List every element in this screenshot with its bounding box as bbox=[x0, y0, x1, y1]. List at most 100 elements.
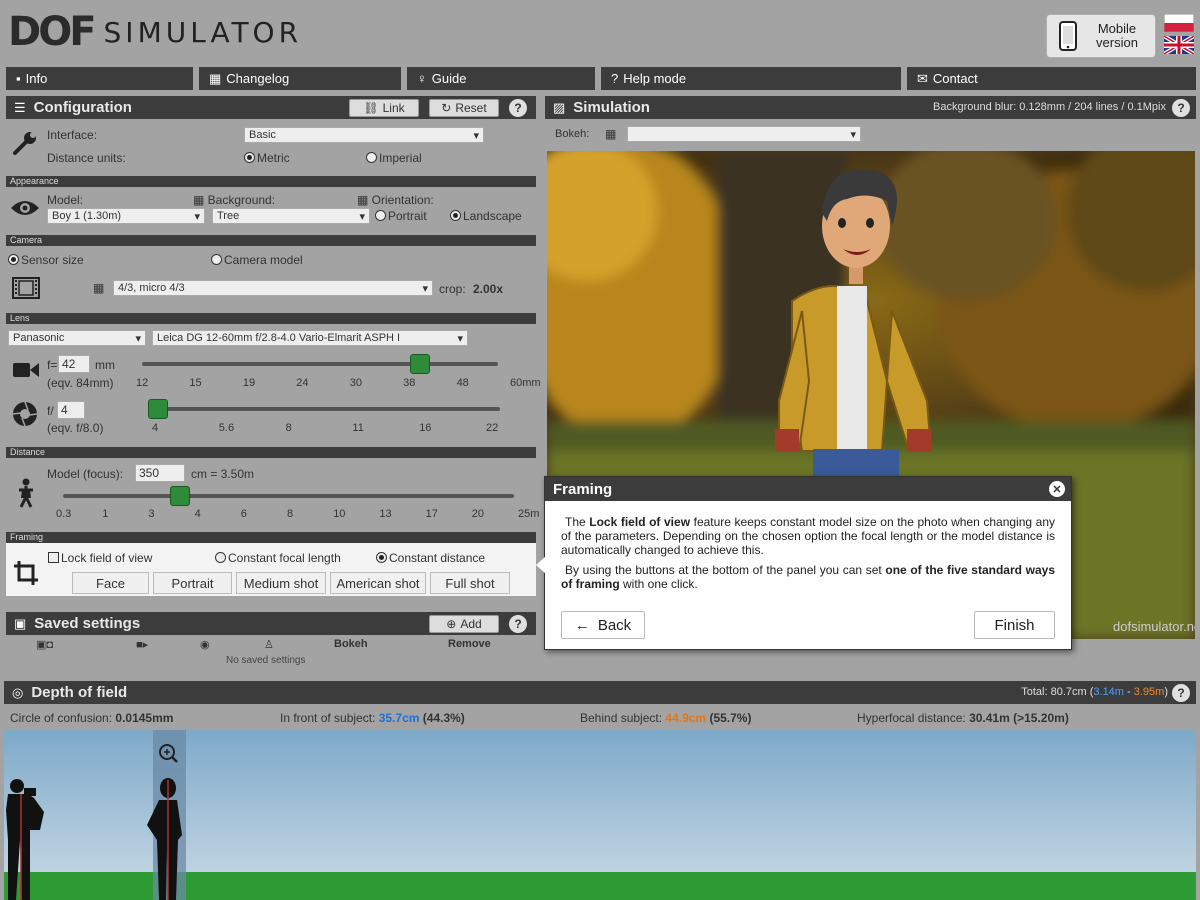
imperial-radio[interactable]: Imperial bbox=[366, 151, 422, 165]
focal-unit: mm bbox=[95, 358, 115, 372]
lock-fov-checkbox[interactable]: Lock field of view bbox=[48, 551, 152, 565]
tick-label: 48 bbox=[456, 377, 469, 389]
focus-unit: cm = 3.50m bbox=[191, 467, 255, 481]
framing-american-shot-button[interactable]: American shot bbox=[330, 572, 426, 594]
dof-total: Total: 80.7cm (3.14m - 3.95m) bbox=[1021, 686, 1168, 698]
model-select[interactable]: Boy 1 (1.30m) ▾ bbox=[47, 208, 205, 224]
distance-slider-handle[interactable] bbox=[170, 486, 191, 506]
add-button[interactable]: ⊕ Add bbox=[429, 615, 499, 633]
tick-label: 17 bbox=[425, 508, 438, 520]
remove-column: Remove bbox=[448, 638, 491, 650]
landscape-radio[interactable]: Landscape bbox=[450, 209, 522, 223]
lens-brand-select[interactable]: Panasonic ▾ bbox=[8, 330, 146, 346]
tick-label: 30 bbox=[349, 377, 362, 389]
aperture-slider-handle[interactable] bbox=[148, 399, 168, 419]
nav-guide[interactable]: ♀ Guide bbox=[407, 67, 595, 90]
interface-label: Interface: bbox=[47, 128, 98, 142]
polish-flag-icon[interactable] bbox=[1164, 14, 1194, 32]
config-help-icon[interactable]: ? bbox=[509, 99, 527, 117]
nav-info[interactable]: ▪ Info bbox=[6, 67, 193, 90]
tick-label: 19 bbox=[242, 377, 256, 389]
saved-help-icon[interactable]: ? bbox=[509, 615, 527, 633]
hyperfocal-stat: Hyperfocal distance: 30.41m (>15.20m) bbox=[857, 711, 1069, 725]
units-label: Distance units: bbox=[47, 151, 126, 165]
distance-slider[interactable] bbox=[63, 494, 514, 498]
background-select[interactable]: Tree ▾ bbox=[212, 208, 370, 224]
nav-changelog[interactable]: ▦ Changelog bbox=[199, 67, 401, 90]
camera-model-radio[interactable]: Camera model bbox=[211, 253, 303, 267]
lens-model-select[interactable]: Leica DG 12-60mm f/2.8-4.0 Vario-Elmarit… bbox=[152, 330, 468, 346]
constant-focal-radio[interactable]: Constant focal length bbox=[215, 551, 341, 565]
aperture-input[interactable]: 4 bbox=[57, 401, 85, 419]
focal-equivalent: (eqv. 84mm) bbox=[47, 376, 114, 390]
dof-help-icon[interactable]: ? bbox=[1172, 684, 1190, 702]
radio-icon bbox=[211, 254, 222, 265]
popup-paragraph-2: By using the buttons at the bottom of th… bbox=[561, 563, 1055, 591]
bulb-icon: ♀ bbox=[417, 71, 427, 86]
popup-title: Framing bbox=[553, 480, 613, 498]
simulation-help-icon[interactable]: ? bbox=[1172, 99, 1190, 117]
saved-settings-header: ▣ Saved settings ⊕ Add ? bbox=[6, 612, 536, 635]
tick-label: 8 bbox=[285, 422, 292, 434]
orientation-label: ▦ Orientation: bbox=[357, 193, 434, 207]
grid-icon: ▦ bbox=[357, 193, 372, 207]
tick-label: 4 bbox=[194, 508, 201, 520]
aperture-slider[interactable] bbox=[152, 407, 500, 411]
framing-help-popup: Framing ✕ The Lock field of view feature… bbox=[544, 476, 1072, 650]
focal-length-slider-handle[interactable] bbox=[409, 354, 430, 374]
sensor-size-radio[interactable]: Sensor size bbox=[8, 253, 84, 267]
close-icon[interactable]: ✕ bbox=[1049, 481, 1065, 497]
mail-icon: ✉ bbox=[917, 70, 928, 86]
lens-header: Lens bbox=[6, 313, 536, 324]
no-saved-settings: No saved settings bbox=[226, 655, 306, 666]
tick-label: 3 bbox=[148, 508, 155, 520]
mobile-version-button[interactable]: Mobile version bbox=[1046, 14, 1156, 58]
nav-contact[interactable]: ✉ Contact bbox=[907, 67, 1196, 90]
grid-icon: ▦ bbox=[93, 281, 105, 295]
sensor-select[interactable]: 4/3, micro 4/3 ▾ bbox=[113, 280, 433, 296]
framing-medium-shot-button[interactable]: Medium shot bbox=[236, 572, 326, 594]
camera-header: Camera bbox=[6, 235, 536, 246]
crop-value: 2.00x bbox=[473, 282, 504, 296]
popup-back-button[interactable]: ← Back bbox=[561, 611, 645, 639]
tick-label: 0.3 bbox=[56, 508, 72, 520]
nav-help-mode[interactable]: ? Help mode bbox=[601, 67, 901, 90]
english-flag-icon[interactable] bbox=[1164, 36, 1194, 54]
chevron-down-icon: ▾ bbox=[422, 282, 428, 295]
focus-distance-input[interactable]: 350 bbox=[135, 464, 185, 482]
grid-icon: ▦ bbox=[193, 193, 208, 207]
focus-label: Model (focus): bbox=[47, 467, 124, 481]
aperture-equivalent: (eqv. f/8.0) bbox=[47, 421, 104, 435]
metric-radio[interactable]: Metric bbox=[244, 151, 290, 165]
radio-icon bbox=[366, 152, 377, 163]
interface-select[interactable]: Basic ▾ bbox=[244, 127, 484, 143]
background-label: ▦ Background: bbox=[193, 193, 276, 207]
mobile-version-label: Mobile version bbox=[1096, 21, 1138, 50]
tick-label: 24 bbox=[296, 377, 309, 389]
reset-button[interactable]: ↻ Reset bbox=[429, 99, 499, 117]
link-button[interactable]: ⛓ Link bbox=[349, 99, 419, 117]
popup-paragraph-1: The Lock field of view feature keeps con… bbox=[561, 515, 1055, 557]
tick-label: 12 bbox=[136, 377, 149, 389]
bokeh-select[interactable]: ▾ bbox=[627, 126, 861, 142]
crop-icon bbox=[14, 561, 38, 585]
depth-of-field-title: Depth of field bbox=[31, 684, 128, 701]
grid-icon: ▦ bbox=[605, 127, 617, 141]
focal-length-slider[interactable] bbox=[142, 362, 498, 366]
person-icon bbox=[19, 478, 33, 508]
popup-finish-button[interactable]: Finish bbox=[974, 611, 1055, 639]
constant-distance-radio[interactable]: Constant distance bbox=[376, 551, 485, 565]
target-icon: ◎ bbox=[12, 684, 24, 700]
tick-label: 38 bbox=[403, 377, 416, 389]
logo-simulator: SIMULATOR bbox=[103, 15, 303, 49]
wrench-icon bbox=[13, 132, 36, 155]
framing-face-button[interactable]: Face bbox=[72, 572, 149, 594]
appearance-header: Appearance bbox=[6, 176, 536, 187]
focal-length-input[interactable]: 42 bbox=[58, 355, 90, 373]
framing-portrait-button[interactable]: Portrait bbox=[153, 572, 232, 594]
portrait-radio[interactable]: Portrait bbox=[375, 209, 427, 223]
tick-label: 11 bbox=[352, 422, 364, 434]
framing-full-shot-button[interactable]: Full shot bbox=[430, 572, 510, 594]
aperture-tick-labels: 4 5.6 8 11 16 22 bbox=[152, 422, 502, 436]
video-col-icon: ■▸ bbox=[136, 639, 149, 651]
